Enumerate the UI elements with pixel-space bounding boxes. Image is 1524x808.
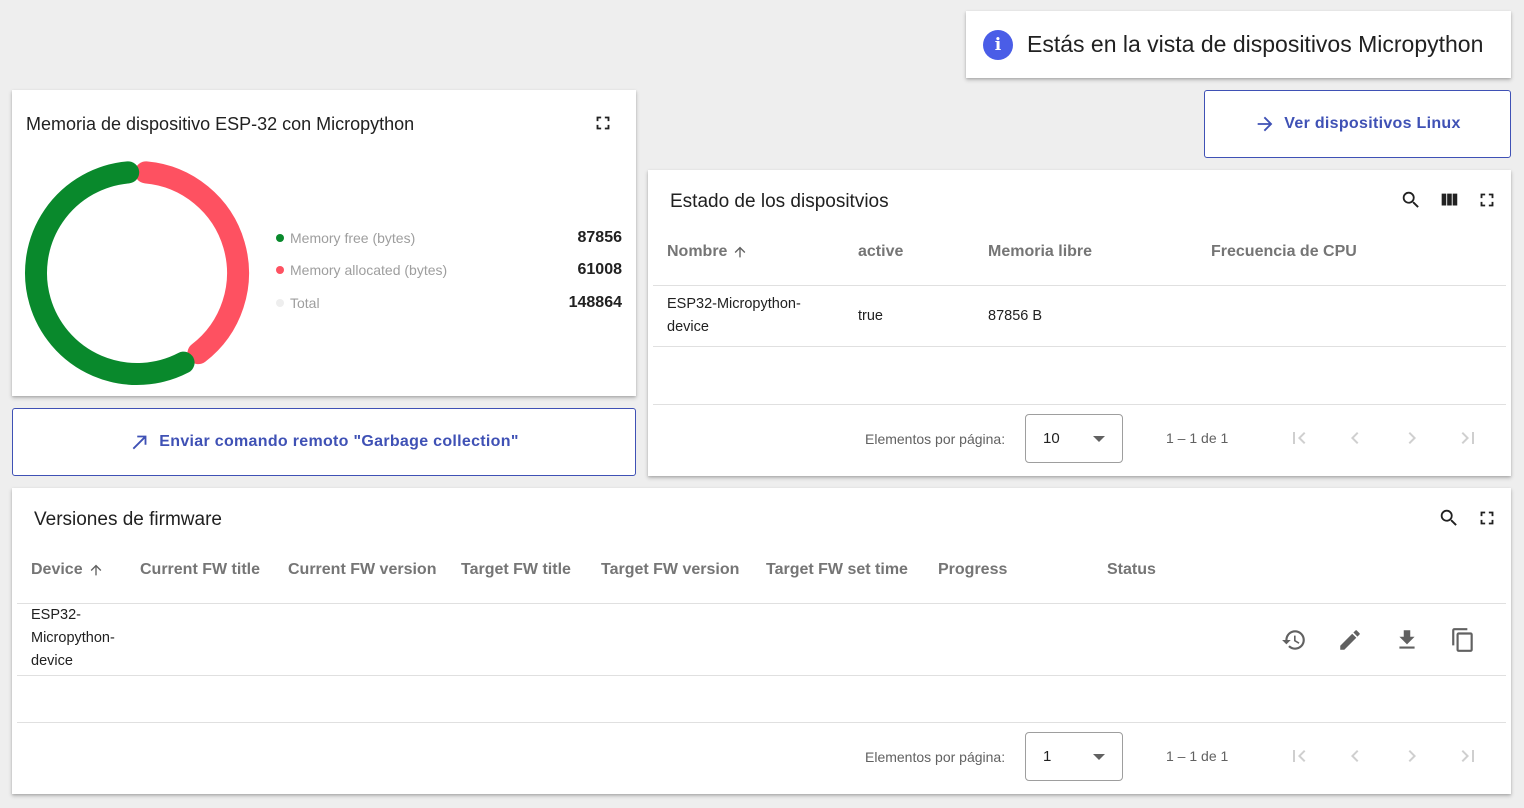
view-linux-devices-button[interactable]: Ver dispositivos Linux — [1204, 90, 1511, 158]
memory-card: Memoria de dispositivo ESP-32 con Microp… — [12, 90, 636, 396]
column-header-active[interactable]: active — [858, 243, 903, 261]
devices-status-card: Estado de los dispositvios Nombre active… — [648, 170, 1511, 476]
legend-dot-free — [276, 234, 284, 242]
legend-label-total: Total — [290, 295, 320, 311]
last-page-icon[interactable] — [1456, 426, 1480, 450]
device-name-line: device — [667, 319, 709, 335]
devices-card-title: Estado de los dispositvios — [670, 191, 889, 212]
legend-item-free: Memory free (bytes) 87856 — [276, 229, 622, 247]
dropdown-arrow-icon — [1093, 754, 1105, 760]
arrow-right-icon — [1257, 116, 1273, 132]
table-row[interactable]: ESP32- Micropython- device — [31, 604, 115, 673]
legend-label-allocated: Memory allocated (bytes) — [290, 262, 448, 278]
legend-value-allocated: 61008 — [577, 261, 623, 278]
last-page-icon[interactable] — [1456, 744, 1480, 768]
previous-page-icon[interactable] — [1343, 744, 1367, 768]
view-linux-devices-label: Ver dispositivos Linux — [1284, 115, 1461, 132]
previous-page-icon[interactable] — [1343, 426, 1367, 450]
search-icon[interactable] — [1437, 506, 1461, 530]
range-label: 1 – 1 de 1 — [1166, 748, 1229, 764]
column-header-nombre[interactable]: Nombre — [667, 243, 748, 261]
search-icon[interactable] — [1399, 188, 1423, 212]
device-name-line: ESP32-Micropython- — [667, 296, 801, 312]
device-name-line: ESP32- — [31, 607, 81, 623]
first-page-icon[interactable] — [1287, 426, 1311, 450]
memory-card-title: Memoria de dispositivo ESP-32 con Microp… — [26, 114, 415, 134]
copy-icon[interactable] — [1449, 626, 1477, 654]
dropdown-arrow-icon — [1093, 436, 1105, 442]
next-page-icon[interactable] — [1400, 426, 1424, 450]
device-name-line: device — [31, 653, 73, 669]
donut-slice-free — [25, 161, 195, 385]
column-header-memoria-libre[interactable]: Memoria libre — [988, 243, 1092, 261]
history-icon[interactable] — [1280, 626, 1308, 654]
fullscreen-icon[interactable] — [1475, 506, 1499, 530]
page-size-value: 10 — [1043, 430, 1060, 447]
legend-label-free: Memory free (bytes) — [290, 230, 416, 246]
paginator-divider — [17, 722, 1506, 723]
header-divider — [17, 603, 1506, 604]
garbage-collection-label: Enviar comando remoto "Garbage collectio… — [159, 433, 519, 450]
table-row[interactable]: ESP32-Micropython- device — [667, 293, 801, 339]
legend-item-total: Total 148864 — [276, 294, 622, 312]
column-header-current-fw-title[interactable]: Current FW title — [140, 561, 260, 579]
column-header-device[interactable]: Device — [31, 561, 104, 579]
fullscreen-icon[interactable] — [591, 111, 615, 135]
device-active-cell: true — [858, 308, 883, 324]
memory-donut-chart — [25, 161, 249, 385]
page-size-select[interactable]: 1 — [1025, 732, 1123, 781]
page-size-value: 1 — [1043, 748, 1052, 765]
donut-slice-allocated — [134, 161, 249, 365]
device-name-line: Micropython- — [31, 630, 115, 646]
page-size-select[interactable]: 10 — [1025, 414, 1123, 463]
column-header-target-fw-title[interactable]: Target FW title — [461, 561, 571, 579]
garbage-collection-button[interactable]: Enviar comando remoto "Garbage collectio… — [12, 408, 636, 476]
legend-item-allocated: Memory allocated (bytes) 61008 — [276, 261, 622, 279]
download-icon[interactable] — [1393, 626, 1421, 654]
items-per-page-label: Elementos por página: — [865, 431, 1006, 447]
column-header-frecuencia-cpu[interactable]: Frecuencia de CPU — [1211, 243, 1357, 261]
range-label: 1 – 1 de 1 — [1166, 430, 1229, 446]
column-header-nombre-label: Nombre — [667, 243, 728, 260]
paginator-divider — [653, 404, 1506, 405]
info-toast-text: Estás en la vista de dispositivos Microp… — [1027, 31, 1484, 57]
items-per-page-label: Elementos por página: — [865, 749, 1006, 765]
device-free-memory-cell: 87856 B — [988, 308, 1043, 324]
row-divider — [653, 346, 1506, 347]
row-divider — [17, 675, 1506, 676]
legend-dot-total — [276, 299, 284, 307]
next-page-icon[interactable] — [1400, 744, 1424, 768]
sort-ascending-icon — [735, 246, 746, 258]
column-header-status[interactable]: Status — [1107, 561, 1156, 579]
column-header-progress[interactable]: Progress — [938, 561, 1007, 579]
columns-icon[interactable] — [1437, 188, 1461, 212]
first-page-icon[interactable] — [1287, 744, 1311, 768]
header-divider — [653, 285, 1506, 286]
firmware-card-title: Versiones de firmware — [34, 509, 222, 530]
firmware-versions-card: Versiones de firmware Device Current FW … — [12, 488, 1511, 794]
legend-value-free: 87856 — [577, 229, 623, 246]
legend-value-total: 148864 — [568, 294, 622, 311]
legend-dot-allocated — [276, 266, 284, 274]
edit-icon[interactable] — [1336, 626, 1364, 654]
arrow-up-right-icon — [132, 435, 147, 450]
fullscreen-icon[interactable] — [1475, 188, 1499, 212]
column-header-current-fw-version[interactable]: Current FW version — [288, 561, 436, 579]
column-header-device-label: Device — [31, 561, 83, 578]
info-icon: i — [983, 29, 1013, 60]
info-toast: i Estás en la vista de dispositivos Micr… — [966, 11, 1511, 78]
sort-ascending-icon — [90, 564, 101, 576]
column-header-target-fw-version[interactable]: Target FW version — [601, 561, 739, 579]
column-header-target-fw-set-time[interactable]: Target FW set time — [766, 561, 908, 579]
